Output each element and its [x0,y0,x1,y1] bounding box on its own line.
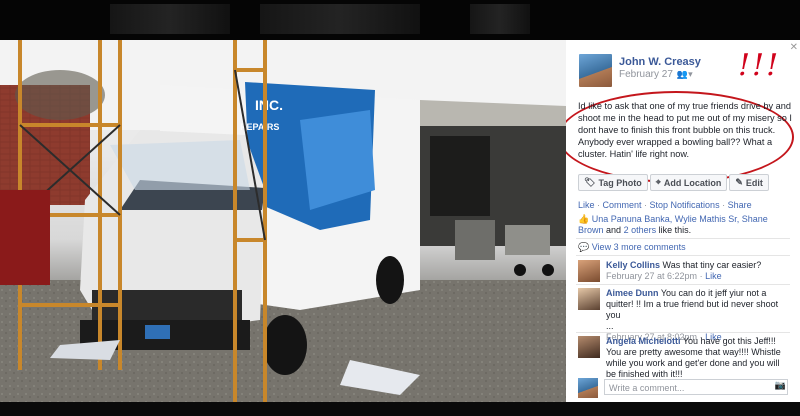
view-more-comments-link[interactable]: 💬 View 3 more comments [578,242,686,253]
current-user-avatar [578,378,598,398]
comment-bubble-icon: 💬 [578,242,592,252]
commenter-avatar[interactable] [578,260,600,282]
divider [576,284,790,285]
commenter-name[interactable]: Aimee Dunn [606,288,659,298]
author-name[interactable]: John W. Creasy [619,56,701,68]
divider [576,332,790,333]
comment-time[interactable]: February 27 at 6:22pm [606,271,697,281]
camera-icon[interactable]: 📷 [775,380,786,391]
thumbs-up-icon: 👍 [578,214,590,224]
tag-photo-button[interactable]: 🏷 Tag Photo [578,174,648,191]
top-background-strip [0,0,800,40]
comment-text: Was that tiny car easier? [662,260,762,270]
divider [576,238,790,239]
commenter-name[interactable]: Kelly Collins [606,260,660,270]
commenter-avatar[interactable] [578,288,600,310]
stop-notifications-link[interactable]: Stop Notifications [650,200,720,210]
post-photo[interactable]: INC. REPAIRS [0,40,566,402]
post-side-panel: John W. Creasy February 27 👥▾ !!! ✕ Id l… [566,40,800,402]
edit-button[interactable]: ✎ Edit [729,174,769,191]
truck-photo-illustration: INC. REPAIRS [0,40,566,402]
commenter-name[interactable]: Angela Michelotti [606,336,681,346]
commenter-avatar[interactable] [578,336,600,358]
write-comment-row: Write a comment... 📷 [578,378,790,398]
author-avatar[interactable] [579,54,612,87]
comment-link[interactable]: Comment [603,200,642,210]
post-date[interactable]: February 27 [619,69,673,80]
post-text: Id like to ask that one of my true frien… [578,101,792,159]
bottom-background-strip [0,402,800,416]
svg-text:INC.: INC. [255,97,283,113]
post-meta: February 27 👥▾ [619,69,693,80]
likers-others-link[interactable]: 2 others [624,225,657,235]
pencil-icon: ✎ [735,177,743,187]
likes-summary: 👍 Una Panuna Banka, Wylie Mathis Sr, Sha… [578,214,768,235]
friends-icon[interactable]: 👥▾ [677,69,693,80]
like-link[interactable]: Like [578,200,595,210]
comment-like-link[interactable]: Like [705,271,722,281]
post-action-links: Like · Comment · Stop Notifications · Sh… [578,200,752,210]
handwritten-exclamation: !!! [738,48,781,83]
comment-input[interactable]: Write a comment... [604,379,788,395]
comment-continuation: ... [606,321,614,331]
divider [576,255,790,256]
add-location-button[interactable]: ⌖ Add Location [649,174,728,191]
location-pin-icon: ⌖ [655,177,661,187]
photo-actions: 🏷 Tag Photo ⌖ Add Location ✎ Edit [578,174,769,191]
close-icon[interactable]: ✕ [790,42,798,53]
share-link[interactable]: Share [728,200,752,210]
tag-icon: 🏷 [584,177,596,187]
